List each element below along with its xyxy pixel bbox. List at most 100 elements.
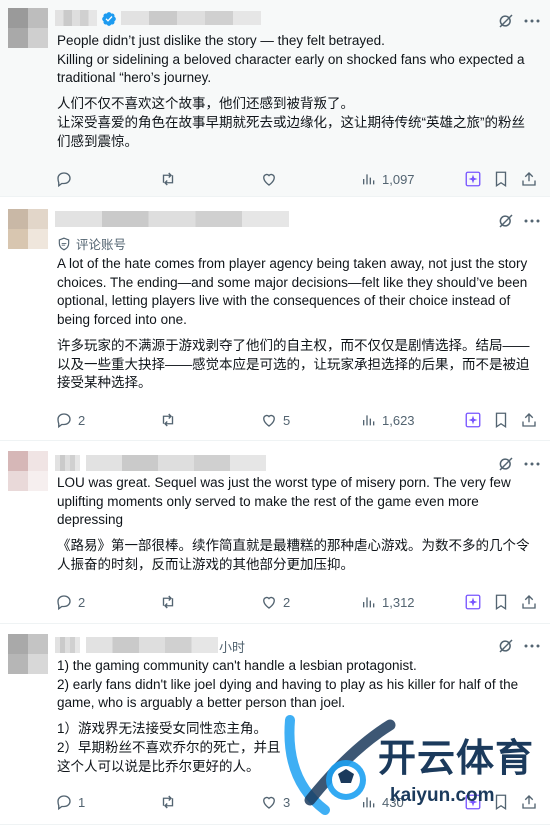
reply-button[interactable]: 1 <box>55 791 85 813</box>
post[interactable]: People didn’t just dislike the story — t… <box>0 0 550 197</box>
more-icon[interactable] <box>523 214 541 228</box>
more-icon[interactable] <box>523 457 541 471</box>
repost-icon <box>162 795 174 809</box>
post-time[interactable]: 小时 <box>219 637 245 656</box>
post[interactable]: 小时 1) the gaming community can't handle … <box>0 624 550 825</box>
more-icon[interactable] <box>523 639 541 653</box>
views-icon <box>363 415 375 426</box>
reply-button[interactable]: 2 <box>55 591 85 613</box>
post-text-en-line: 1) the gaming community can't handle a l… <box>57 658 417 673</box>
view-count: 1,312 <box>382 594 415 610</box>
post-text: LOU was great. Sequel was just the worst… <box>57 474 537 575</box>
grok-icon[interactable] <box>497 212 515 230</box>
account-badge-label: 评论账号 <box>76 238 127 252</box>
repost-button[interactable] <box>159 591 182 613</box>
grok-icon[interactable] <box>497 455 515 473</box>
repost-icon <box>162 413 174 427</box>
account-badge: 评论账号 <box>57 234 126 253</box>
avatar[interactable] <box>8 634 48 674</box>
like-button[interactable]: 5 <box>260 409 290 431</box>
views-button[interactable]: 1,623 <box>361 409 415 431</box>
like-count: 2 <box>283 594 291 610</box>
repost-button[interactable] <box>159 791 182 813</box>
bookmark-icon[interactable] <box>492 411 510 429</box>
post-text-zh-line: 2）早期粉丝不喜欢乔尔的死亡，并且 <box>57 739 281 755</box>
like-button[interactable]: 2 <box>260 591 290 613</box>
reply-button[interactable] <box>55 168 78 190</box>
more-icon[interactable] <box>523 14 541 28</box>
like-button[interactable]: 3 <box>260 791 290 813</box>
heart-icon <box>263 173 275 186</box>
verified-badge-icon <box>102 12 116 26</box>
view-count: 430 <box>382 794 404 810</box>
views-icon <box>363 597 375 608</box>
handle-and-time[interactable] <box>86 455 266 471</box>
heart-icon <box>263 414 275 427</box>
share-icon[interactable] <box>520 170 538 188</box>
grok-sparkle-icon[interactable] <box>464 411 482 429</box>
like-count: 3 <box>283 794 291 810</box>
display-name[interactable] <box>55 637 80 653</box>
repost-icon <box>162 595 174 609</box>
post-text: A lot of the hate comes from player agen… <box>57 255 537 393</box>
share-icon[interactable] <box>520 793 538 811</box>
handle[interactable] <box>86 637 218 653</box>
action-bar: 1 3 430 <box>55 791 550 813</box>
post-text-en-line: People didn’t just dislike the story — t… <box>57 33 385 48</box>
views-button[interactable]: 430 <box>361 791 404 813</box>
bookmark-icon[interactable] <box>492 793 510 811</box>
reply-button[interactable]: 2 <box>55 409 85 431</box>
action-bar: 1,097 <box>55 168 550 190</box>
repost-icon <box>162 172 174 186</box>
display-name[interactable] <box>55 211 289 227</box>
post-text-en-line: Killing or sidelining a beloved characte… <box>57 51 525 86</box>
post[interactable]: LOU was great. Sequel was just the worst… <box>0 441 550 624</box>
grok-sparkle-icon[interactable] <box>464 793 482 811</box>
reply-count: 2 <box>78 412 86 428</box>
bookmark-icon[interactable] <box>492 593 510 611</box>
heart-icon <box>263 796 275 809</box>
bookmark-icon[interactable] <box>492 170 510 188</box>
post[interactable]: 评论账号 A lot of the hate comes from player… <box>0 197 550 441</box>
like-count: 5 <box>283 412 291 428</box>
heart-icon <box>263 596 275 609</box>
grok-icon[interactable] <box>497 12 515 30</box>
reply-icon <box>57 795 71 811</box>
views-icon <box>363 174 375 185</box>
display-name[interactable] <box>55 10 97 26</box>
post-text-zh-line: 让深受喜爱的角色在故事早期就死去或边缘化，这让期待传统“英雄之旅”的粉丝们感到震… <box>57 114 525 149</box>
repost-button[interactable] <box>159 168 182 190</box>
reply-icon <box>57 595 71 611</box>
grok-sparkle-icon[interactable] <box>464 170 482 188</box>
view-count: 1,097 <box>382 171 415 187</box>
post-text-zh-line: 《路易》第一部很棒。续作简直就是最糟糕的那种虐心游戏。为数不多的几个令人振奋的时… <box>57 538 530 572</box>
display-name[interactable] <box>55 455 80 471</box>
avatar[interactable] <box>8 8 48 48</box>
views-button[interactable]: 1,097 <box>361 168 415 190</box>
like-button[interactable] <box>260 168 283 190</box>
handle-and-time[interactable] <box>121 11 261 25</box>
view-count: 1,623 <box>382 412 415 428</box>
post-text: 1) the gaming community can't handle a l… <box>57 657 537 776</box>
action-bar: 2 2 1,312 <box>55 591 550 613</box>
reply-count: 1 <box>78 794 86 810</box>
share-icon[interactable] <box>520 593 538 611</box>
post-text-en-line: A lot of the hate comes from player agen… <box>57 256 528 328</box>
grok-icon[interactable] <box>497 637 515 655</box>
post-text: People didn’t just dislike the story — t… <box>57 32 537 151</box>
action-bar: 2 5 1,623 <box>55 409 550 431</box>
shield-icon <box>58 237 70 250</box>
views-icon <box>363 797 375 808</box>
avatar[interactable] <box>8 451 48 491</box>
share-icon[interactable] <box>520 411 538 429</box>
reply-count: 2 <box>78 594 86 610</box>
post-text-zh-line: 许多玩家的不满源于游戏剥夺了他们的自主权，而不仅仅是剧情选择。结局——以及一些重… <box>57 337 530 391</box>
reply-icon <box>57 172 71 188</box>
reply-icon <box>57 413 71 429</box>
post-text-zh-line: 1）游戏界无法接受女同性恋主角。 <box>57 721 268 737</box>
repost-button[interactable] <box>159 409 182 431</box>
grok-sparkle-icon[interactable] <box>464 593 482 611</box>
post-text-en-line: LOU was great. Sequel was just the worst… <box>57 475 511 528</box>
views-button[interactable]: 1,312 <box>361 591 415 613</box>
avatar[interactable] <box>8 209 48 249</box>
